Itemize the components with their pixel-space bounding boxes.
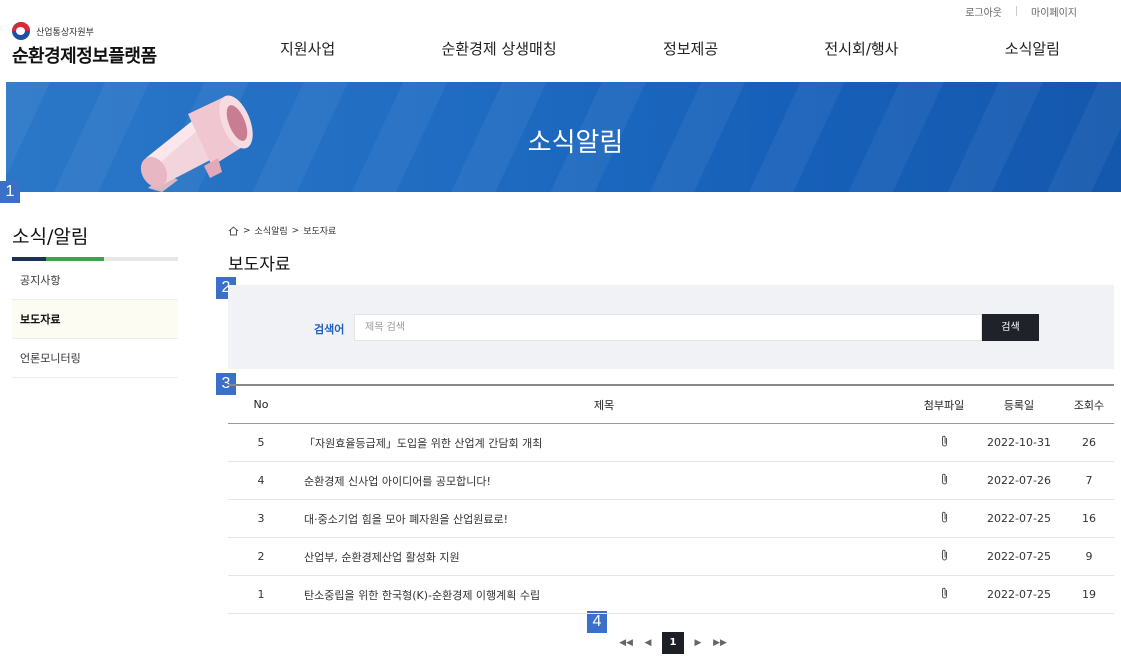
table-row[interactable]: 5 「자원효율등급제」도입을 위한 산업계 간담회 개최 2022-10-31 … xyxy=(228,424,1114,462)
row-date: 2022-07-25 xyxy=(987,550,1051,563)
row-no: 4 xyxy=(257,474,265,487)
sidebar-title: 소식/알림 xyxy=(12,226,89,248)
table-row[interactable]: 3 대·중소기업 힘을 모아 폐자원을 산업원료로! 2022-07-25 16 xyxy=(228,500,1114,538)
search-input[interactable]: 제목 검색 xyxy=(354,314,982,341)
sidebar-item-press[interactable]: 보도자료 xyxy=(12,300,178,339)
sidebar-item-notice[interactable]: 공지사항 xyxy=(12,261,178,300)
taegeuk-emblem-icon xyxy=(12,22,30,40)
search-label: 검색어 xyxy=(314,323,345,336)
breadcrumb-item[interactable]: 소식알림 xyxy=(255,224,288,237)
breadcrumb-sep: > xyxy=(243,225,251,236)
sidebar-item-media-monitoring[interactable]: 언론모니터링 xyxy=(12,339,178,378)
page-1-button[interactable]: 1 xyxy=(662,632,684,654)
nav-info[interactable]: 정보제공 xyxy=(663,38,718,59)
next-page-icon[interactable]: ▶ xyxy=(690,638,706,648)
col-file: 첨부파일 xyxy=(923,398,965,412)
mypage-link[interactable]: 마이페이지 xyxy=(1017,4,1091,19)
row-no: 2 xyxy=(257,550,265,563)
row-views: 26 xyxy=(1082,436,1096,449)
nav-events[interactable]: 전시회/행사 xyxy=(824,38,898,59)
row-no: 1 xyxy=(257,588,265,601)
platform-title: 순환경제정보플랫폼 xyxy=(12,46,157,67)
row-views: 16 xyxy=(1082,512,1096,525)
last-page-icon[interactable]: ▶▶ xyxy=(712,638,728,648)
press-table: No 제목 첨부파일 등록일 조회수 5 「자원효율등급제」도입을 위한 산업계… xyxy=(228,384,1114,614)
col-date: 등록일 xyxy=(1003,398,1035,412)
sidebar: 소식/알림 공지사항 보도자료 언론모니터링 xyxy=(12,222,178,378)
row-title-link[interactable]: 순환경제 신사업 아이디어를 공모합니다! xyxy=(294,473,914,489)
page-title: 보도자료 xyxy=(228,255,291,275)
table-row[interactable]: 1 탄소중립을 위한 한국형(K)-순환경제 이행계획 수립 2022-07-2… xyxy=(228,576,1114,614)
row-views: 7 xyxy=(1085,474,1093,487)
col-views: 조회수 xyxy=(1073,398,1105,412)
annotation-badge-4: 4 xyxy=(587,611,607,633)
logout-link[interactable]: 로그아웃 xyxy=(951,4,1016,19)
attachment-icon[interactable] xyxy=(914,473,974,489)
table-row[interactable]: 2 산업부, 순환경제산업 활성화 지원 2022-07-25 9 xyxy=(228,538,1114,576)
attachment-icon[interactable] xyxy=(914,511,974,527)
row-title-link[interactable]: 대·중소기업 힘을 모아 폐자원을 산업원료로! xyxy=(294,511,914,527)
ministry-name: 산업통상자원부 xyxy=(36,27,94,38)
first-page-icon[interactable]: ◀◀ xyxy=(618,638,634,648)
page-banner: 소식알림 xyxy=(6,82,1121,192)
utility-nav: 로그아웃 마이페이지 xyxy=(951,4,1091,19)
nav-matching[interactable]: 순환경제 상생매칭 xyxy=(441,38,556,59)
site-logo[interactable]: 산업통상자원부 순환경제정보플랫폼 xyxy=(12,22,157,68)
row-no: 3 xyxy=(257,512,265,525)
search-panel: 검색어 제목 검색 검색 xyxy=(228,285,1114,369)
table-row[interactable]: 4 순환경제 신사업 아이디어를 공모합니다! 2022-07-26 7 xyxy=(228,462,1114,500)
home-icon[interactable] xyxy=(228,225,239,236)
row-views: 9 xyxy=(1085,550,1093,563)
row-date: 2022-10-31 xyxy=(987,436,1051,449)
row-date: 2022-07-25 xyxy=(987,512,1051,525)
nav-news[interactable]: 소식알림 xyxy=(1005,38,1060,59)
row-title-link[interactable]: 산업부, 순환경제산업 활성화 지원 xyxy=(294,549,914,565)
annotation-badge-1: 1 xyxy=(0,181,20,203)
row-date: 2022-07-25 xyxy=(987,588,1051,601)
nav-support[interactable]: 지원사업 xyxy=(280,38,335,59)
search-button[interactable]: 검색 xyxy=(982,314,1039,341)
breadcrumb: > 소식알림 > 보도자료 xyxy=(228,224,336,237)
banner-title: 소식알림 xyxy=(527,128,624,158)
breadcrumb-sep: > xyxy=(291,225,300,236)
breadcrumb-item[interactable]: 보도자료 xyxy=(303,224,336,237)
table-header: No 제목 첨부파일 등록일 조회수 xyxy=(228,386,1114,424)
row-no: 5 xyxy=(257,436,265,449)
row-date: 2022-07-26 xyxy=(987,474,1051,487)
attachment-icon[interactable] xyxy=(914,435,974,451)
main-nav: 지원사업 순환경제 상생매칭 정보제공 전시회/행사 소식알림 xyxy=(240,38,1100,59)
attachment-icon[interactable] xyxy=(914,587,974,603)
col-title: 제목 xyxy=(593,398,615,412)
col-no: No xyxy=(253,398,269,411)
row-title-link[interactable]: 탄소중립을 위한 한국형(K)-순환경제 이행계획 수립 xyxy=(294,587,914,603)
row-title-link[interactable]: 「자원효율등급제」도입을 위한 산업계 간담회 개최 xyxy=(294,435,914,451)
prev-page-icon[interactable]: ◀ xyxy=(640,638,656,648)
attachment-icon[interactable] xyxy=(914,549,974,565)
row-views: 19 xyxy=(1082,588,1096,601)
pagination: ◀◀ ◀ 1 ▶ ▶▶ xyxy=(618,632,728,654)
